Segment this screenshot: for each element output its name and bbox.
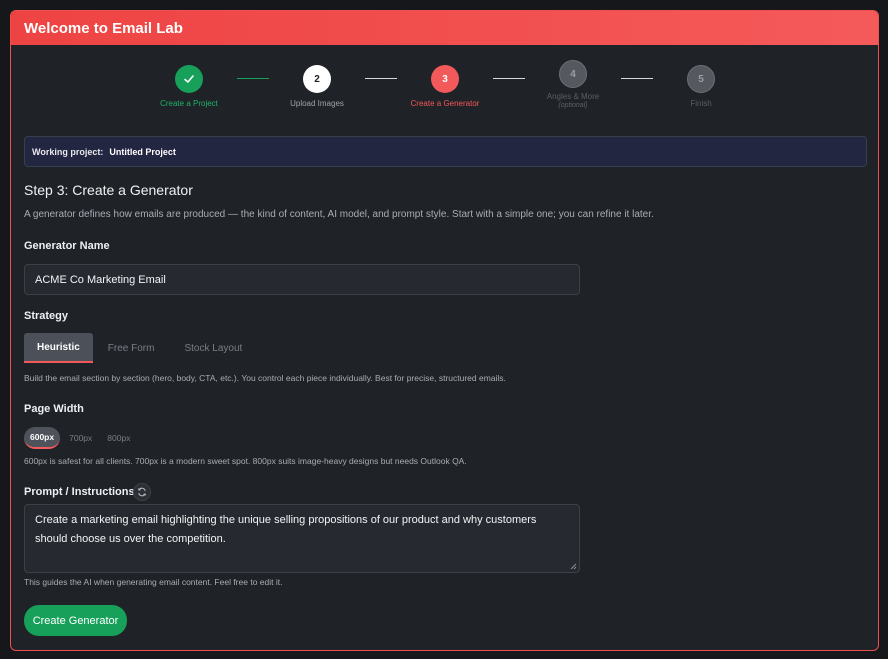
step-create-generator[interactable]: 3 Create a Generator	[390, 65, 500, 108]
stepper: Create a Project 2 Upload Images 3 Creat…	[11, 60, 878, 125]
strategy-tabs: Heuristic Free Form Stock Layout	[24, 333, 257, 363]
refresh-icon[interactable]	[133, 483, 151, 501]
modal-title: Welcome to Email Lab	[24, 19, 183, 37]
modal-header: Welcome to Email Lab	[11, 11, 878, 45]
create-generator-button[interactable]: Create Generator	[24, 605, 127, 636]
page-description: A generator defines how emails are produ…	[24, 209, 654, 220]
page-width-help: 600px is safest for all clients. 700px i…	[24, 456, 467, 466]
prompt-textarea[interactable]: Create a marketing email highlighting th…	[24, 504, 580, 573]
generator-name-value: ACME Co Marketing Email	[35, 273, 166, 286]
step-4-label: Angles & More	[546, 92, 600, 101]
strategy-help: Build the email section by section (hero…	[24, 373, 506, 383]
step-3-circle: 3	[431, 65, 459, 93]
generator-name-input[interactable]: ACME Co Marketing Email	[24, 264, 580, 295]
working-project-name: Untitled Project	[109, 146, 176, 157]
working-project-banner: Working project: Untitled Project	[24, 136, 867, 167]
strategy-label: Strategy	[24, 310, 69, 322]
step-3-label: Create a Generator	[410, 99, 480, 108]
welcome-modal: Welcome to Email Lab Create a Project 2 …	[10, 10, 879, 651]
generator-name-label: Generator Name	[24, 240, 110, 252]
step-finish: 5 Finish	[646, 65, 756, 108]
width-option-800[interactable]: 800px	[101, 427, 136, 449]
width-option-600[interactable]: 600px	[24, 427, 61, 449]
page-title: Step 3: Create a Generator	[24, 182, 193, 198]
step-angles-more: 4 Angles & More (optional)	[518, 60, 628, 109]
step-2-circle: 2	[303, 65, 331, 93]
page-width-label: Page Width	[24, 403, 84, 415]
check-icon	[184, 75, 194, 83]
step-create-project[interactable]: Create a Project	[134, 65, 244, 108]
tab-free-form[interactable]: Free Form	[93, 333, 170, 363]
step-4-optional-note: (optional)	[558, 102, 588, 109]
tab-heuristic[interactable]: Heuristic	[24, 333, 93, 363]
step-1-circle	[175, 65, 203, 93]
step-2-label: Upload Images	[290, 99, 344, 108]
prompt-label: Prompt / Instructions	[24, 486, 135, 498]
resize-grip-icon[interactable]	[570, 563, 577, 570]
step-upload-images[interactable]: 2 Upload Images	[262, 65, 372, 108]
width-option-700[interactable]: 700px	[63, 427, 98, 449]
step-1-label: Create a Project	[160, 99, 218, 108]
step-5-circle: 5	[687, 65, 715, 93]
working-project-label: Working project:	[32, 146, 104, 157]
prompt-help: This guides the AI when generating email…	[24, 577, 283, 587]
tab-stock-layout[interactable]: Stock Layout	[169, 333, 257, 363]
prompt-value: Create a marketing email highlighting th…	[35, 514, 537, 545]
step-4-circle: 4	[559, 60, 587, 88]
step-5-label: Finish	[690, 99, 712, 108]
refresh-glyph-icon	[138, 487, 146, 497]
page-width-options: 600px 700px 800px	[24, 427, 139, 449]
